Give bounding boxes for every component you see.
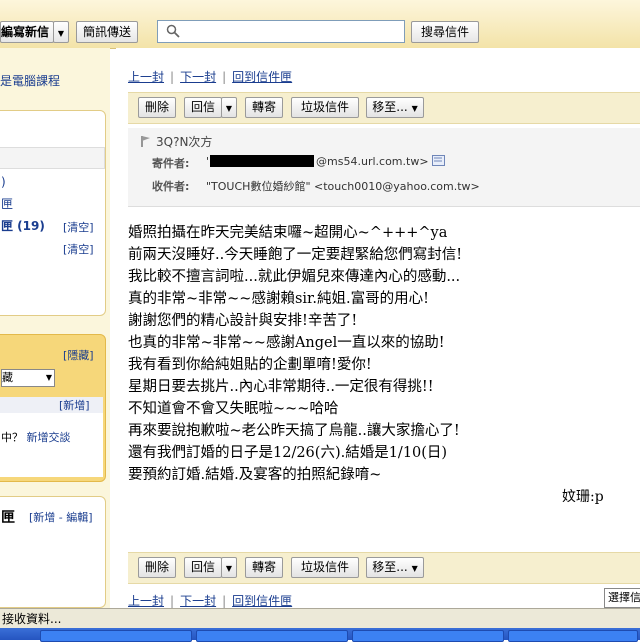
status-dropdown[interactable]: 藏 ▼ xyxy=(1,369,55,387)
sidebar: 是電腦課程 ) 匣 匣 (19) [清空] [清空] [隱藏] 藏 ▼ [新增]… xyxy=(0,48,110,608)
messenger-panel: [隱藏] 藏 ▼ [新增] 中？ 新增交談 xyxy=(0,334,106,482)
search-mail-button[interactable]: 搜尋信件 xyxy=(411,21,479,43)
forward-button-bottom[interactable]: 轉寄 xyxy=(245,557,283,578)
compose-dropdown-button[interactable]: ▼ xyxy=(53,21,69,43)
body-line: 婚照拍攝在昨天完美結束囉~超開心~^+++^ya xyxy=(128,225,448,241)
move-to-button-bottom[interactable]: 移至... ▼ xyxy=(366,557,424,578)
top-nav-links: 上一封 | 下一封 | 回到信件匣 xyxy=(128,70,293,84)
body-line: 不知道會不會又失眠啦~~~哈哈 xyxy=(128,401,339,417)
mail-subject: 3Q?N次方 xyxy=(156,135,213,149)
body-line: 我比較不擅言詞啦...就此伊媚兒來傳達內心的感動... xyxy=(128,269,461,285)
new-chat-link[interactable]: 新增交談 xyxy=(27,431,71,444)
from-prefix: ' xyxy=(206,155,210,168)
reply-button-bottom[interactable]: 回信 xyxy=(184,557,222,578)
prev-mail-link[interactable]: 上一封 xyxy=(128,70,164,84)
chevron-down-icon: ▼ xyxy=(411,564,418,573)
taskbar-button[interactable] xyxy=(196,630,348,642)
back-to-inbox-link[interactable]: 回到信件匣 xyxy=(232,70,292,84)
chat-prompt: 中？ xyxy=(1,431,23,444)
from-suffix: @ms54.url.com.tw> xyxy=(316,155,429,168)
chevron-down-icon: ▼ xyxy=(411,104,418,113)
body-line: 還有我們訂婚的日子是12/26(六).結婚是1/10(日) xyxy=(128,445,448,461)
chevron-down-icon: ▼ xyxy=(225,104,233,113)
body-line: 要預約訂婚.結婚.及宴客的拍照紀錄唷~ xyxy=(128,467,382,483)
body-line: 再來要說抱歉啦~老公昨天搞了烏龍..讓大家擔心了! xyxy=(128,423,460,439)
clear-spam-link[interactable]: [清空] xyxy=(63,241,94,257)
taskbar-button[interactable] xyxy=(508,630,638,642)
chevron-down-icon: ▼ xyxy=(45,373,52,382)
mail-body: 婚照拍攝在昨天完美結束囉~超開心~^+++^ya 前兩天沒睡好..今天睡飽了一定… xyxy=(128,222,638,486)
delete-button[interactable]: 刪除 xyxy=(138,97,176,118)
prev-mail-link-bottom[interactable]: 上一封 xyxy=(128,594,164,608)
body-line: 真的非常~非常~~感謝賴sir.純姐.富哥的用心! xyxy=(128,291,429,307)
taskbar-button[interactable] xyxy=(40,630,192,642)
taskbar xyxy=(0,628,640,642)
select-mail-dropdown[interactable]: 選擇信 xyxy=(604,588,640,608)
sidebar-course-link[interactable]: 電腦課程 xyxy=(12,74,60,88)
search-input[interactable] xyxy=(157,20,405,43)
body-line: 也真的非常~非常~~感謝Angel一直以來的協助! xyxy=(128,335,445,351)
mail-view: 上一封 | 下一封 | 回到信件匣 刪除 回信 ▼ 轉寄 垃圾信件 移至... ▼ 3Q… xyxy=(116,48,640,608)
flag-icon[interactable] xyxy=(140,135,152,147)
compose-button[interactable]: 編寫新信 xyxy=(0,21,54,43)
spam-button[interactable]: 垃圾信件 xyxy=(291,97,359,118)
folders-panel: ) 匣 匣 (19) [清空] [清空] xyxy=(0,110,106,316)
contacts-actions-link[interactable]: [新增 - 編輯] xyxy=(29,509,93,525)
move-to-label: 移至... xyxy=(372,560,408,574)
next-mail-link-bottom[interactable]: 下一封 xyxy=(180,594,216,608)
body-line: 我有看到你給純姐貼的企劃單唷!愛你! xyxy=(128,357,372,373)
redacted-sender xyxy=(210,155,315,167)
status-dropdown-value: 藏 xyxy=(2,371,13,384)
from-label: 寄件者: xyxy=(152,157,190,170)
add-contact-icon[interactable] xyxy=(432,155,446,166)
from-value: ' @ms54.url.com.tw> xyxy=(206,155,446,168)
mail-header: 3Q?N次方 寄件者: ' @ms54.url.com.tw> 收件者: "TOU… xyxy=(128,128,640,207)
mail-actions-toolbar-bottom: 刪除 回信 ▼ 轉寄 垃圾信件 移至... ▼ xyxy=(128,552,640,584)
body-line: 星期日要去挑片..內心非常期待..一定很有得挑!! xyxy=(128,379,434,395)
sidebar-item-folder[interactable]: 匣 xyxy=(1,195,13,212)
clear-trash-link[interactable]: [清空] xyxy=(63,219,94,235)
move-to-label: 移至... xyxy=(372,100,408,114)
status-bar: 接收資料... xyxy=(0,608,640,628)
taskbar-button[interactable] xyxy=(352,630,504,642)
move-to-button[interactable]: 移至... ▼ xyxy=(366,97,424,118)
top-toolbar: 編寫新信 ▼ 簡訊傳送 搜尋信件 xyxy=(0,0,640,49)
hide-link[interactable]: [隱藏] xyxy=(63,347,94,363)
to-label: 收件者: xyxy=(152,180,190,193)
add-contact-link[interactable]: [新增] xyxy=(59,397,90,413)
delete-button-bottom[interactable]: 刪除 xyxy=(138,557,176,578)
forward-button[interactable]: 轉寄 xyxy=(245,97,283,118)
next-mail-link[interactable]: 下一封 xyxy=(180,70,216,84)
chevron-down-icon: ▼ xyxy=(57,29,65,38)
search-field[interactable] xyxy=(184,23,403,41)
bottom-nav-links: 上一封 | 下一封 | 回到信件匣 xyxy=(128,594,293,608)
body-line: 前兩天沒睡好..今天睡飽了一定要趕緊給您們寫封信! xyxy=(128,247,463,263)
back-to-inbox-link-bottom[interactable]: 回到信件匣 xyxy=(232,594,292,608)
mail-actions-toolbar: 刪除 回信 ▼ 轉寄 垃圾信件 移至... ▼ xyxy=(128,92,640,124)
to-value: "TOUCH數位婚紗館" <touch0010@yahoo.com.tw> xyxy=(206,180,480,193)
search-icon xyxy=(166,24,180,38)
sidebar-item-trash[interactable]: 匣 (19) xyxy=(1,217,45,234)
spam-button-bottom[interactable]: 垃圾信件 xyxy=(291,557,359,578)
reply-dropdown-button-bottom[interactable]: ▼ xyxy=(221,557,237,578)
reply-dropdown-button[interactable]: ▼ xyxy=(221,97,237,118)
status-text: 接收資料... xyxy=(2,612,62,626)
contacts-panel: 匣 [新增 - 編輯] xyxy=(0,496,106,608)
contacts-title: 匣 xyxy=(1,510,15,526)
chevron-down-icon: ▼ xyxy=(225,564,233,573)
sidebar-item-count[interactable]: ) xyxy=(1,175,6,189)
body-line: 謝謝您們的精心設計與安排!辛苦了! xyxy=(128,313,358,329)
im-send-button[interactable]: 簡訊傳送 xyxy=(76,21,138,43)
reply-button[interactable]: 回信 xyxy=(184,97,222,118)
signature: 妏珊:p xyxy=(562,489,604,505)
